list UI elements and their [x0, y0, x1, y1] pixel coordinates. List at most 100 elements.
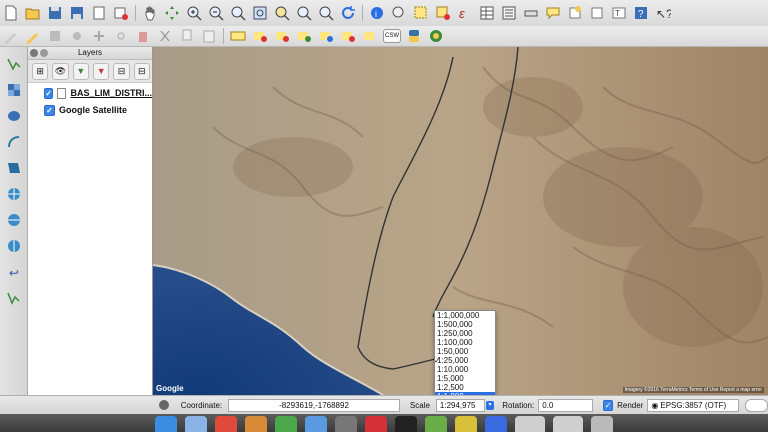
close-icon[interactable] — [30, 49, 38, 57]
python-icon[interactable] — [405, 27, 423, 45]
scale-option[interactable]: ✓ 1:25,000 — [434, 356, 495, 365]
zoom-full-icon[interactable] — [229, 4, 247, 22]
float-icon[interactable] — [40, 49, 48, 57]
composer-manager-icon[interactable] — [112, 4, 130, 22]
scale-option[interactable]: 1:50,000 — [435, 347, 495, 356]
scale-option[interactable]: 1:250,000 — [435, 329, 495, 338]
scale-option[interactable]: 1:5,000 — [435, 374, 495, 383]
layer-visibility-checkbox[interactable]: ✓ — [44, 104, 55, 116]
zoom-to-selection-icon[interactable] — [251, 4, 269, 22]
add-wcs-icon[interactable] — [3, 210, 25, 230]
digitize-icon[interactable] — [2, 27, 20, 45]
label-change-icon[interactable] — [339, 27, 357, 45]
scale-option[interactable]: 1:2,500 — [435, 383, 495, 392]
system-prefs-icon[interactable] — [335, 416, 357, 432]
numbers-icon[interactable] — [275, 416, 297, 432]
edit-pencil-icon[interactable] — [24, 27, 42, 45]
scale-option[interactable]: 1:500,000 — [435, 320, 495, 329]
terminal-icon[interactable] — [395, 416, 417, 432]
app2-icon[interactable] — [485, 416, 507, 432]
coordinate-field[interactable]: -8293619,-1768892 — [228, 398, 400, 412]
layer-visibility-checkbox[interactable]: ✓ — [44, 87, 54, 99]
layer-item-google-satellite[interactable]: ✓ Google Satellite — [28, 103, 152, 117]
refresh-icon[interactable] — [339, 4, 357, 22]
rotation-field[interactable]: 0.0 — [538, 398, 593, 412]
scale-dropdown-list[interactable]: 1:1,000,000 1:500,000 1:250,000 1:100,00… — [434, 310, 496, 401]
add-wfs-icon[interactable] — [3, 236, 25, 256]
add-spatialite-icon[interactable] — [3, 132, 25, 152]
qgis-icon[interactable] — [425, 416, 447, 432]
add-wms-icon[interactable] — [3, 184, 25, 204]
label-abc-icon[interactable] — [229, 27, 247, 45]
select-icon[interactable] — [412, 4, 430, 22]
scale-option[interactable]: 1:10,000 — [435, 365, 495, 374]
scale-dropdown-button[interactable]: ▾ — [485, 400, 495, 410]
add-postgis-icon[interactable] — [3, 106, 25, 126]
field-calculator-icon[interactable] — [500, 4, 518, 22]
add-mssql-icon[interactable] — [3, 158, 25, 178]
copy-icon[interactable] — [178, 27, 196, 45]
messages-icon[interactable] — [156, 396, 173, 414]
deselect-icon[interactable] — [434, 4, 452, 22]
pan-to-selection-icon[interactable] — [163, 4, 181, 22]
finder2-icon[interactable] — [305, 416, 327, 432]
expand-all-icon[interactable]: ⊟ — [113, 62, 130, 80]
messages-log-button[interactable] — [745, 398, 768, 412]
save-as-icon[interactable] — [68, 4, 86, 22]
zoom-last-icon[interactable] — [295, 4, 313, 22]
print-composer-icon[interactable] — [90, 4, 108, 22]
add-feature-icon[interactable] — [68, 27, 86, 45]
save-edits-icon[interactable] — [46, 27, 64, 45]
add-vector-icon[interactable] — [3, 54, 25, 74]
show-bookmarks-icon[interactable] — [588, 4, 606, 22]
label-pin-icon[interactable] — [251, 27, 269, 45]
manage-visibility-icon[interactable]: 👁 — [52, 62, 69, 80]
new-project-icon[interactable] — [2, 4, 20, 22]
new-bookmark-icon[interactable] — [566, 4, 584, 22]
text-annotation-icon[interactable]: T — [610, 4, 628, 22]
filter-icon[interactable]: ▼ — [72, 62, 89, 80]
map-tips-icon[interactable] — [544, 4, 562, 22]
label-show-icon[interactable] — [273, 27, 291, 45]
pan-icon[interactable] — [141, 4, 159, 22]
delete-selected-icon[interactable] — [134, 27, 152, 45]
app-icon[interactable] — [455, 416, 477, 432]
node-tool-icon[interactable] — [112, 27, 130, 45]
expression-select-icon[interactable]: ε — [456, 4, 474, 22]
plugin-icon[interactable] — [427, 27, 445, 45]
scale-option[interactable]: 1:1,000,000 — [435, 311, 495, 320]
filter-map-icon[interactable]: ▼ — [92, 62, 110, 80]
scale-option[interactable]: 1:100,000 — [435, 338, 495, 347]
scale-field[interactable]: 1:294,975 — [435, 398, 485, 412]
trash-icon[interactable] — [591, 416, 613, 432]
finder-icon[interactable] — [155, 416, 177, 432]
csw-label[interactable]: CSW — [383, 29, 401, 43]
move-feature-icon[interactable] — [90, 27, 108, 45]
dock-folder-icon[interactable] — [515, 416, 545, 432]
label-highlight-icon[interactable] — [361, 27, 379, 45]
measure-icon[interactable] — [390, 4, 408, 22]
layer-item-bas-lim[interactable]: ✓ BAS_LIM_DISTRI... — [28, 86, 152, 100]
statistics-icon[interactable] — [522, 4, 540, 22]
opera-icon[interactable] — [365, 416, 387, 432]
zoom-to-layer-icon[interactable] — [273, 4, 291, 22]
chrome-icon[interactable] — [215, 416, 237, 432]
whats-this-icon[interactable]: ↖? — [654, 4, 672, 22]
attribute-table-icon[interactable] — [478, 4, 496, 22]
dock-folder-icon[interactable] — [553, 416, 583, 432]
identify-icon[interactable]: i — [368, 4, 386, 22]
zoom-in-icon[interactable] — [185, 4, 203, 22]
paste-icon[interactable] — [200, 27, 218, 45]
mail-icon[interactable] — [245, 416, 267, 432]
open-project-icon[interactable] — [24, 4, 42, 22]
new-shapefile-icon[interactable] — [3, 288, 25, 308]
cut-icon[interactable] — [156, 27, 174, 45]
zoom-out-icon[interactable] — [207, 4, 225, 22]
label-move-icon[interactable] — [295, 27, 313, 45]
add-group-icon[interactable]: ⊞ — [32, 62, 49, 80]
crs-button[interactable]: ◉ EPSG:3857 (OTF) — [647, 398, 740, 412]
add-raster-icon[interactable] — [3, 80, 25, 100]
collapse-all-icon[interactable]: ⊟ — [133, 62, 150, 80]
label-rotate-icon[interactable] — [317, 27, 335, 45]
safari-icon[interactable] — [185, 416, 207, 432]
